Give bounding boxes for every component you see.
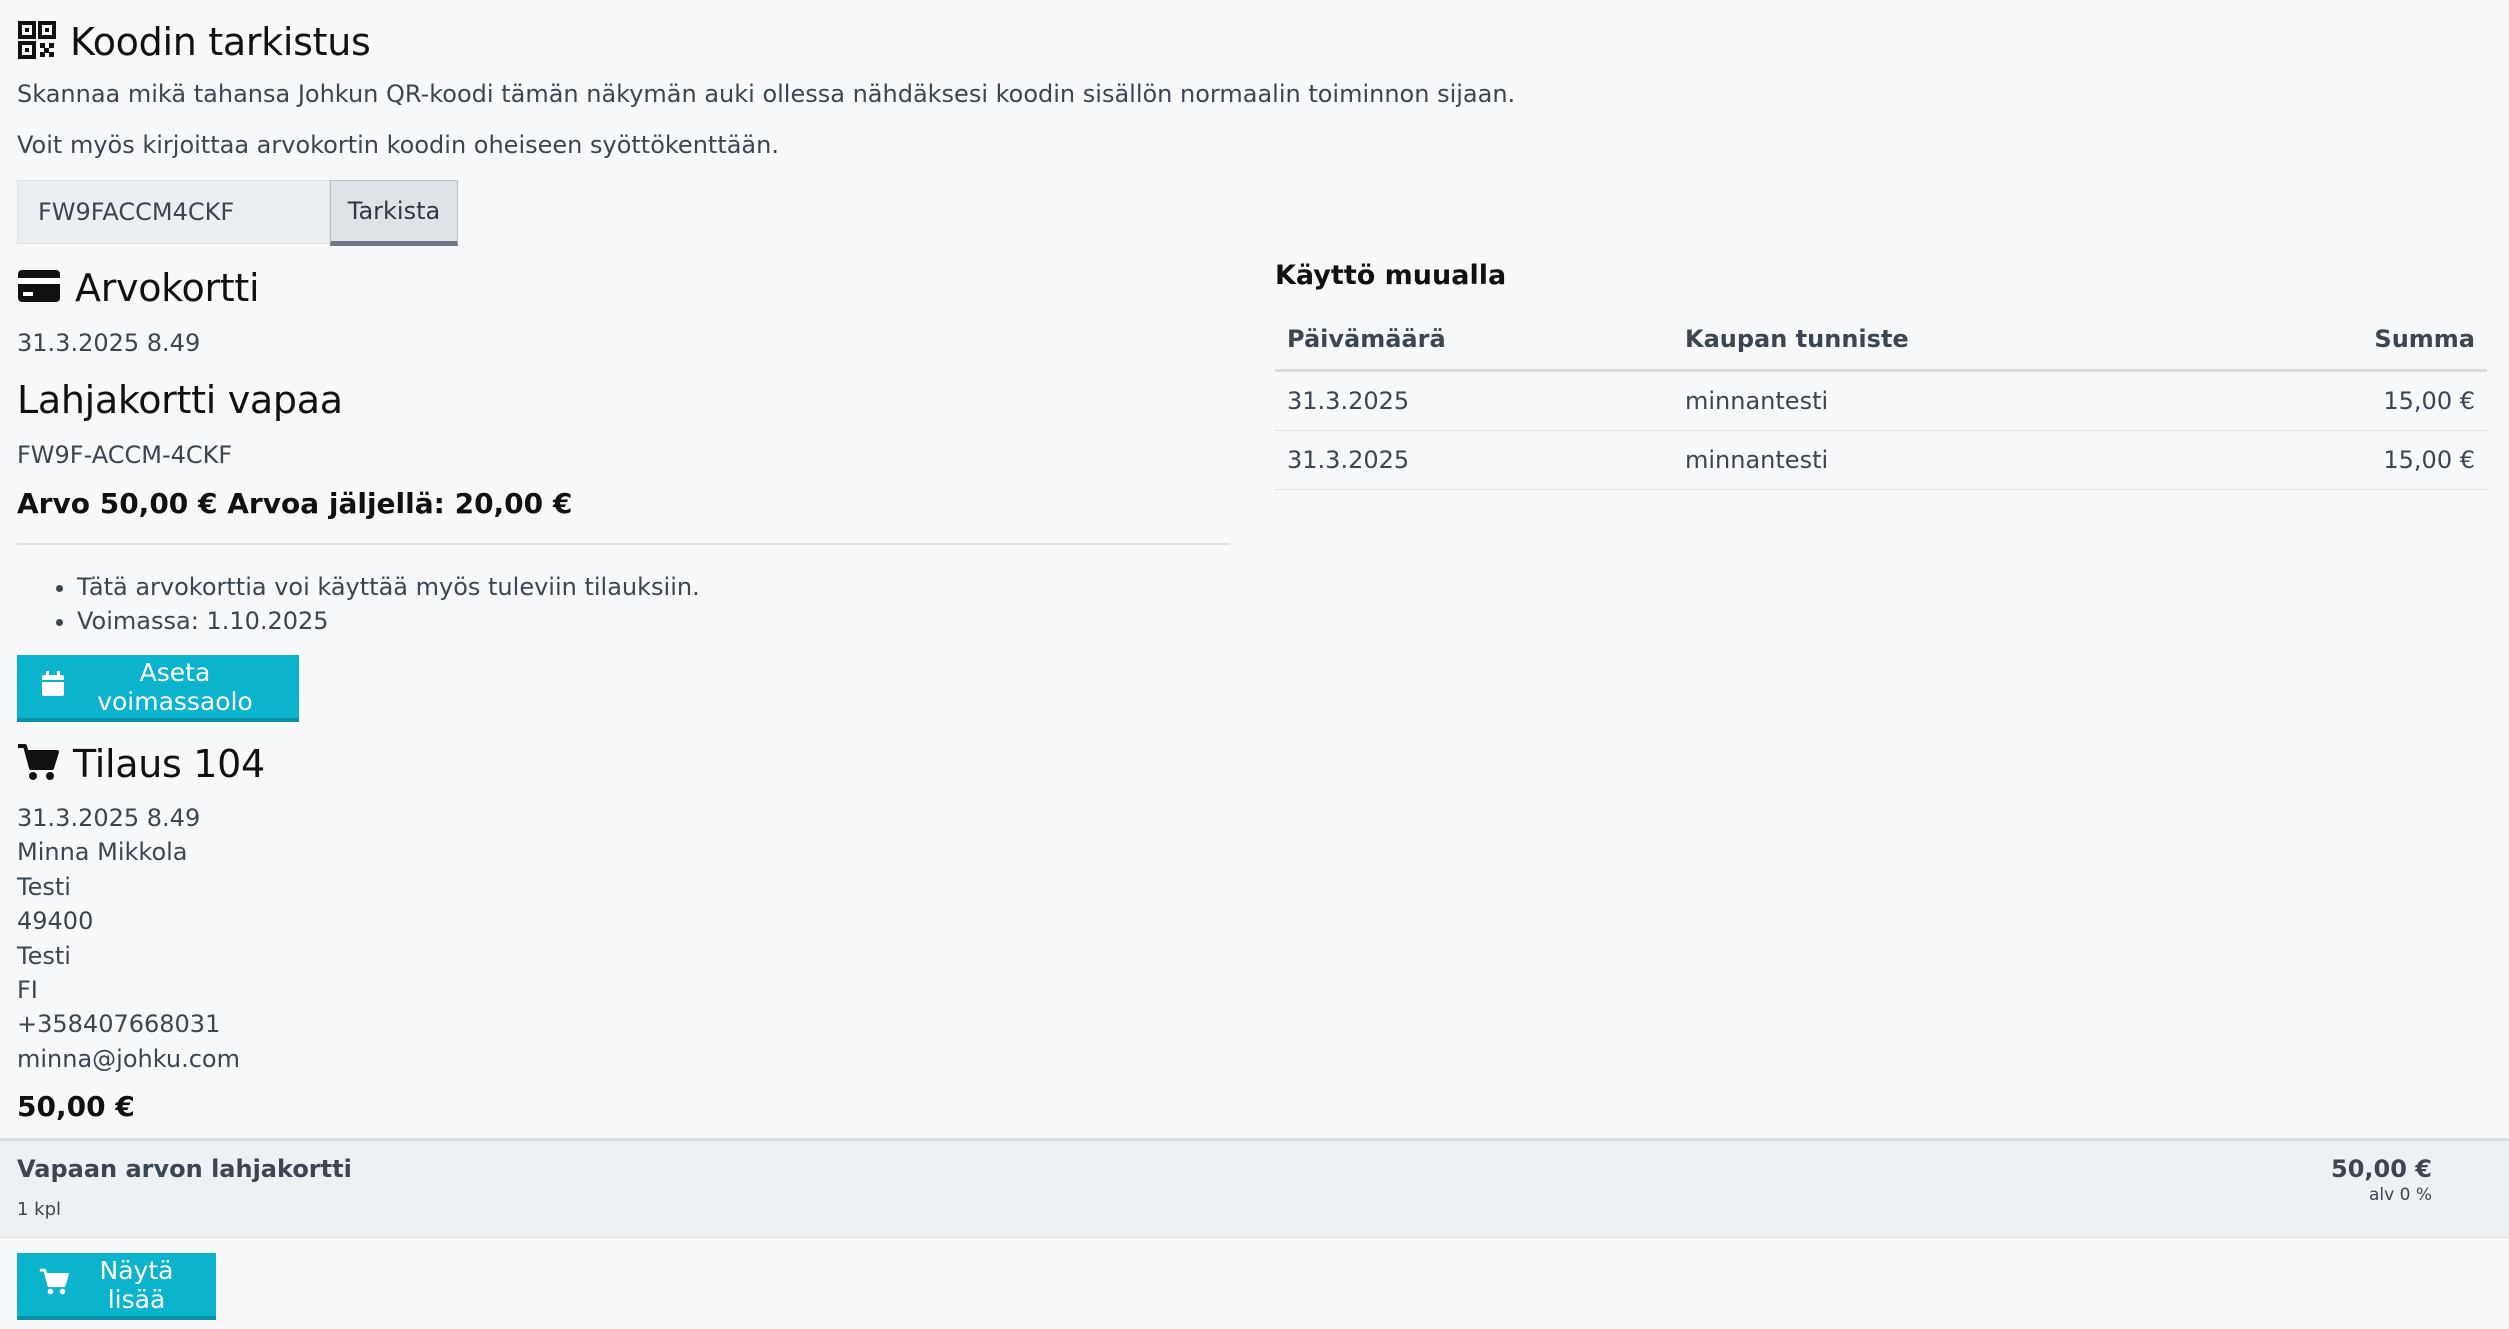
order-item-vat: alv 0 % [2369,1185,2432,1205]
customer-country: FI [17,976,38,1005]
column-header-sum: Summa [2214,309,2487,372]
voucher-info-list: Tätä arvokorttia voi käyttää myös tulevi… [17,570,700,638]
usage-date: 31.3.2025 [1275,430,1673,490]
customer-name: Minna Mikkola [17,838,188,867]
usage-title: Käyttö muualla [1275,260,1507,291]
voucher-code: FW9F-ACCM-4CKF [17,441,233,469]
voucher-name: Lahjakortti vapaa [17,378,343,422]
order-details: 31.3.2025 8.49 Minna Mikkola Testi 49400… [17,801,240,1076]
qr-code-icon [18,21,56,63]
page-hint: Voit myös kirjoittaa arvokortin koodin o… [17,131,779,159]
order-item-price: 50,00 € [2331,1155,2432,1183]
page-description: Skannaa mikä tahansa Johkun QR-koodi täm… [17,80,1516,108]
table-row: 31.3.2025 minnantesti 15,00 € [1275,370,2487,431]
page: Koodin tarkistus Skannaa mikä tahansa Jo… [0,0,2509,1329]
column-header-date: Päivämäärä [1275,309,1673,372]
usage-table: Päivämäärä Kaupan tunniste Summa 31.3.20… [1275,309,2487,490]
order-item-row: Vapaan arvon lahjakortti 1 kpl 50,00 € a… [0,1138,2509,1238]
order-item-qty: 1 kpl [17,1199,62,1220]
customer-email: minna@johku.com [17,1044,240,1073]
usage-store: minnantesti [1673,370,2215,431]
table-row: 31.3.2025 minnantesti 15,00 € [1275,430,2487,490]
shopping-cart-icon [39,1268,69,1301]
usage-sum: 15,00 € [2214,430,2487,490]
customer-phone: +358407668031 [17,1010,221,1039]
table-header-row: Päivämäärä Kaupan tunniste Summa [1275,309,2487,372]
check-button[interactable]: Tarkista [330,180,458,246]
column-header-store: Kaupan tunniste [1673,309,2215,372]
set-validity-button[interactable]: Aseta voimassaolo [17,655,299,722]
voucher-code-input[interactable] [17,180,330,244]
order-datetime: 31.3.2025 8.49 [17,804,201,832]
voucher-header: Arvokortti [17,266,260,310]
set-validity-label: Aseta voimassaolo [97,657,253,716]
usage-store: minnantesti [1673,430,2215,490]
customer-city: Testi [17,941,71,970]
order-header: Tilaus 104 [17,742,265,786]
page-header: Koodin tarkistus [18,20,371,64]
order-item-name: Vapaan arvon lahjakortti [17,1155,352,1183]
usage-sum: 15,00 € [2214,370,2487,431]
voucher-datetime: 31.3.2025 8.49 [17,329,201,357]
customer-postal-code: 49400 [17,907,94,936]
order-total: 50,00 € [17,1090,135,1123]
list-item: Voimassa: 1.10.2025 [77,604,700,638]
code-check-form: Tarkista [17,180,458,246]
calendar-icon [41,670,65,703]
page-title: Koodin tarkistus [70,20,371,64]
list-item: Tätä arvokorttia voi käyttää myös tulevi… [77,570,700,604]
show-more-label: Näytä lisää [99,1255,174,1314]
show-more-button[interactable]: Näytä lisää [17,1253,216,1320]
customer-address: Testi [17,872,71,901]
voucher-title: Arvokortti [75,266,260,310]
usage-date: 31.3.2025 [1275,370,1673,431]
divider [17,543,1230,545]
order-title: Tilaus 104 [73,742,265,786]
shopping-cart-icon [17,743,59,785]
voucher-value: Arvo 50,00 € Arvoa jäljellä: 20,00 € [17,487,573,520]
credit-card-icon [17,268,61,308]
